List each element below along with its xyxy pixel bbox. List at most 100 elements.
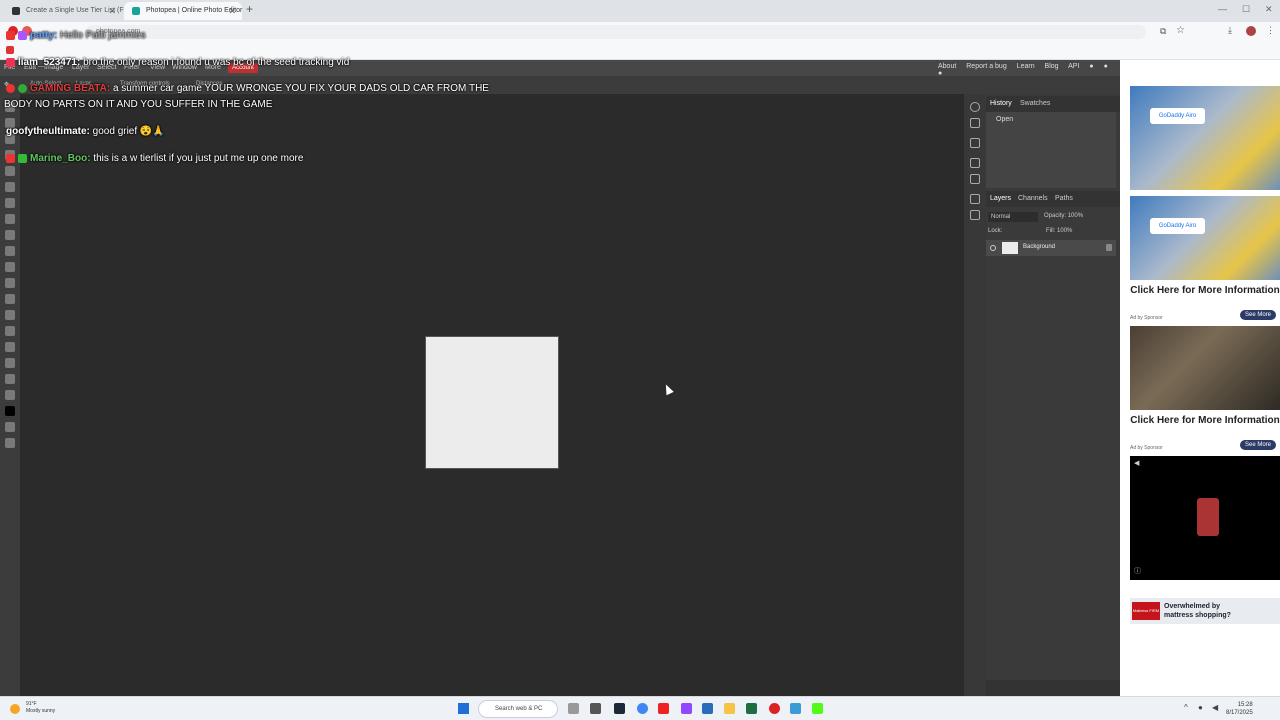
excel-icon[interactable]	[746, 703, 757, 714]
layer-row[interactable]: Background	[986, 240, 1116, 256]
eyedropper-icon[interactable]	[5, 182, 15, 192]
ad-title[interactable]: Click Here for More Information	[1130, 285, 1280, 297]
tab-layers[interactable]: Layers	[990, 195, 1011, 202]
menu-window[interactable]: Window	[172, 64, 197, 71]
reddit-icon[interactable]: ●	[1089, 63, 1093, 70]
pen-tool-icon[interactable]	[5, 326, 15, 336]
layer-name[interactable]: Background	[1023, 244, 1055, 250]
system-clock[interactable]: 15:28 8/17/2025	[1226, 701, 1253, 717]
mic-icon[interactable]: ●	[1198, 703, 1203, 712]
distances-checkbox[interactable]: Distances	[196, 81, 222, 87]
quick-mask-icon[interactable]	[5, 422, 15, 432]
hand-tool-icon[interactable]	[5, 374, 15, 384]
lasso-tool-icon[interactable]	[5, 134, 15, 144]
steam-icon[interactable]	[614, 703, 625, 714]
ad-text[interactable]: Overwhelmed by mattress shopping?	[1164, 602, 1244, 620]
ad-mattress-firm[interactable]: Mattress FIRM Overwhelmed by mattress sh…	[1130, 598, 1280, 624]
browser-menu-icon[interactable]: ⋮	[1266, 25, 1275, 36]
menu-layer[interactable]: Layer	[72, 64, 90, 71]
move-tool-icon[interactable]	[5, 102, 15, 112]
tray-chevron-icon[interactable]: ^	[1184, 703, 1188, 712]
ad-video[interactable]: Click Here for More Information Ad by Sp…	[1130, 326, 1280, 452]
url-field[interactable]: photopea.com	[86, 25, 1146, 39]
menu-select[interactable]: Select	[97, 64, 116, 71]
visibility-eye-icon[interactable]	[990, 245, 996, 251]
bookmark-icon[interactable]	[6, 46, 14, 54]
path-select-icon[interactable]	[5, 342, 15, 352]
app-icon[interactable]	[790, 703, 801, 714]
shape-tool-icon[interactable]	[5, 358, 15, 368]
minimize-icon[interactable]: —	[1218, 4, 1227, 14]
twitch-icon[interactable]	[681, 703, 692, 714]
menu-image[interactable]: Image	[44, 64, 63, 71]
tab-photopea[interactable]: Photopea | Online Photo Editor ✕	[124, 2, 242, 20]
twitter-icon[interactable]: ●	[1104, 63, 1108, 70]
file-explorer-icon[interactable]	[724, 703, 735, 714]
document-canvas[interactable]	[425, 336, 559, 469]
character-icon[interactable]	[970, 158, 980, 168]
magic-wand-icon[interactable]	[5, 150, 15, 160]
auto-select-checkbox[interactable]: Auto-Select	[30, 81, 61, 87]
menu-more[interactable]: More	[205, 64, 221, 71]
zoom-tool-icon[interactable]	[5, 390, 15, 400]
bookmark-star-icon[interactable]: ☆	[1176, 25, 1185, 36]
obs-icon[interactable]	[769, 703, 780, 714]
history-item[interactable]: Open	[996, 116, 1013, 123]
eraser-icon[interactable]	[5, 246, 15, 256]
ad-godaddy-2[interactable]: GoDaddy Airo Click Here for More Informa…	[1130, 196, 1280, 322]
about-link[interactable]: About	[938, 63, 956, 70]
extension-icon[interactable]	[22, 26, 32, 36]
gradient-tool-icon[interactable]	[5, 262, 15, 272]
api-link[interactable]: API	[1068, 63, 1079, 70]
close-tab-icon[interactable]: ✕	[108, 2, 116, 20]
download-icon[interactable]: ⤓	[1228, 25, 1232, 36]
menu-view[interactable]: View	[150, 64, 165, 71]
windows-start-icon[interactable]	[458, 703, 469, 714]
youtube-icon[interactable]	[658, 703, 669, 714]
menu-file[interactable]: File	[4, 64, 15, 71]
close-tab-icon[interactable]: ✕	[228, 2, 236, 20]
menu-filter[interactable]: Filter	[124, 64, 140, 71]
info-icon[interactable]	[970, 102, 980, 112]
properties-icon[interactable]	[970, 118, 980, 128]
volume-icon[interactable]: ◀	[1212, 703, 1218, 712]
crop-tool-icon[interactable]	[5, 166, 15, 176]
image-icon[interactable]	[970, 210, 980, 220]
see-more-button[interactable]: See More	[1240, 440, 1276, 450]
see-more-button[interactable]: See More	[1240, 310, 1276, 320]
taskbar-search[interactable]: Search web & PC	[478, 700, 558, 718]
opacity-control[interactable]: Opacity: 100%	[1044, 213, 1083, 219]
brush-tool-icon[interactable]	[5, 214, 15, 224]
lock-controls[interactable]: Lock:	[988, 228, 1002, 234]
maximize-icon[interactable]: ☐	[1242, 4, 1250, 15]
info-icon[interactable]: ⓘ	[1134, 566, 1141, 576]
video-ad-player[interactable]: ◀ ⓘ	[1130, 456, 1280, 580]
fill-control[interactable]: Fill: 100%	[1046, 228, 1072, 234]
brush-settings-icon[interactable]	[970, 138, 980, 148]
transform-controls-checkbox[interactable]: Transform controls	[120, 81, 170, 87]
move-tool-icon[interactable]: ✥	[4, 81, 9, 88]
chrome-icon[interactable]	[637, 703, 648, 714]
blend-mode-select[interactable]: Normal	[988, 212, 1038, 222]
dodge-tool-icon[interactable]	[5, 294, 15, 304]
paragraph-icon[interactable]	[970, 174, 980, 184]
kick-icon[interactable]	[812, 703, 823, 714]
tab-tier-list[interactable]: Create a Single Use Tier List (Fr ✕	[4, 2, 126, 20]
mute-icon[interactable]: ◀	[1134, 459, 1139, 467]
learn-link[interactable]: Learn	[1017, 63, 1035, 70]
healing-brush-icon[interactable]	[5, 198, 15, 208]
css-icon[interactable]	[970, 194, 980, 204]
type-tool-icon[interactable]	[5, 310, 15, 320]
screen-mode-icon[interactable]	[5, 438, 15, 448]
new-tab-icon[interactable]: +	[246, 2, 253, 16]
tab-paths[interactable]: Paths	[1055, 195, 1073, 202]
avatar[interactable]	[1246, 26, 1256, 36]
ad-godaddy-1[interactable]: GoDaddy Airo	[1130, 86, 1280, 190]
weather-sun-icon[interactable]	[10, 704, 20, 714]
report-bug-link[interactable]: Report a bug	[966, 63, 1006, 70]
menu-edit[interactable]: Edit	[24, 64, 36, 71]
clone-stamp-icon[interactable]	[5, 230, 15, 240]
task-view-icon[interactable]	[590, 703, 601, 714]
foreground-color-icon[interactable]	[5, 406, 15, 416]
marquee-tool-icon[interactable]	[5, 118, 15, 128]
